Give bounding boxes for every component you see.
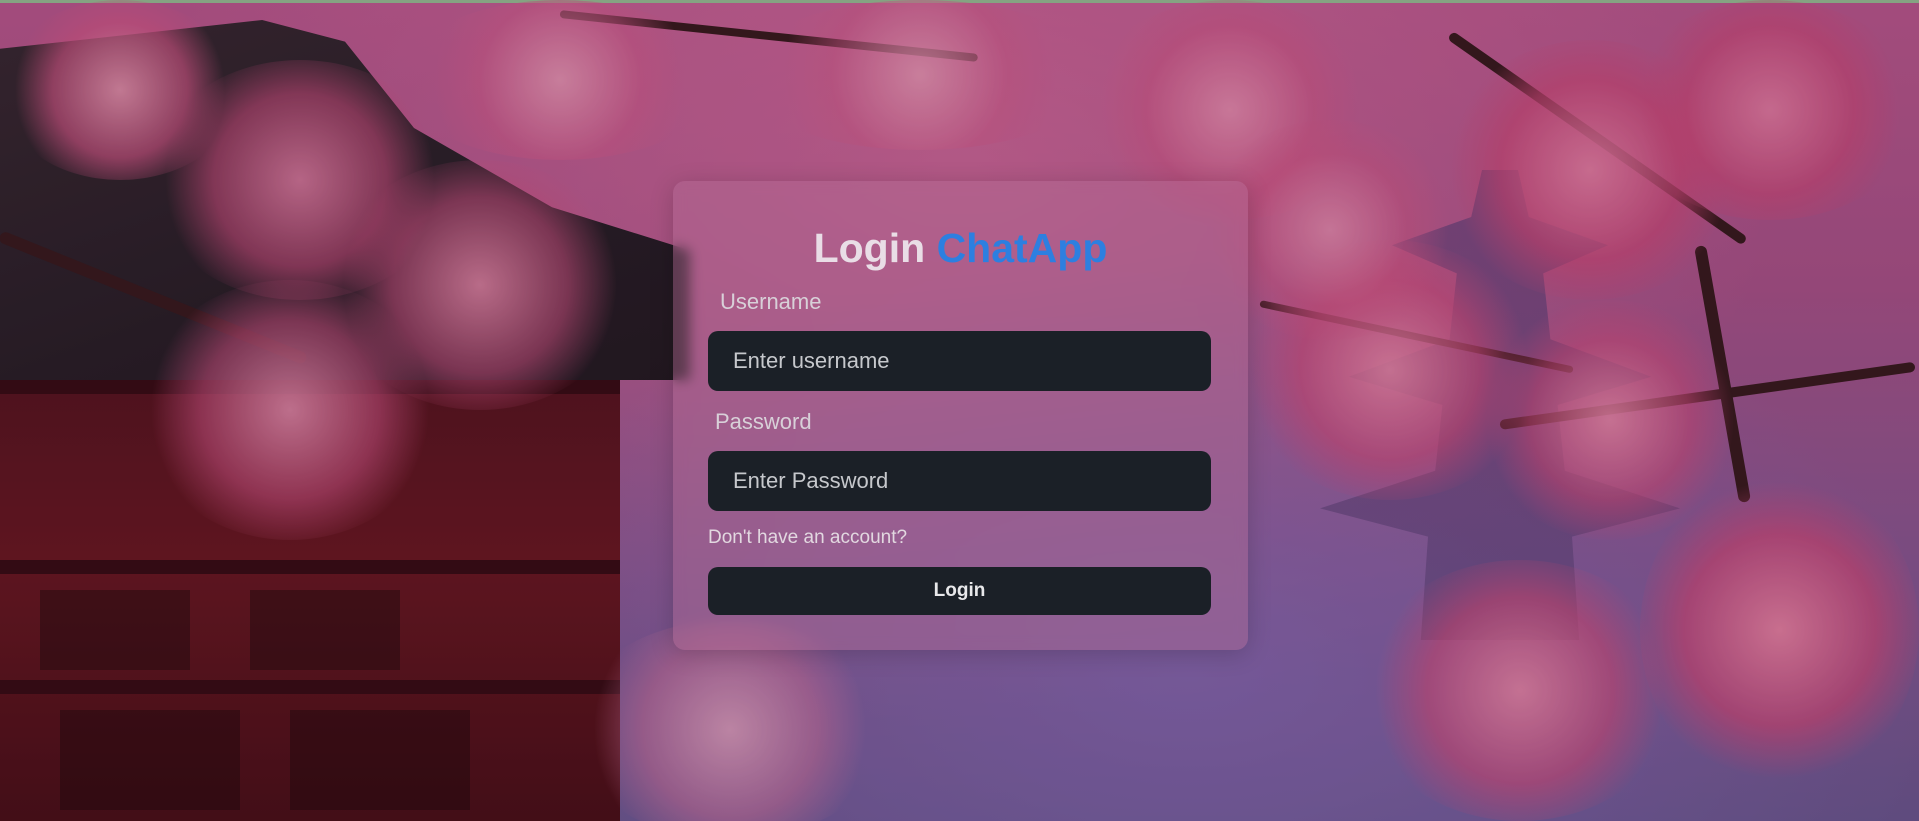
background-scene: Login ChatApp Username Password Don't ha…: [0, 0, 1919, 821]
username-label: Username: [720, 289, 822, 314]
login-card: Login ChatApp Username Password Don't ha…: [673, 181, 1248, 650]
brand-name: ChatApp: [936, 225, 1108, 271]
title-text: Login: [813, 225, 926, 271]
login-title: Login ChatApp: [673, 224, 1248, 272]
username-input[interactable]: [708, 331, 1211, 391]
signup-link[interactable]: Don't have an account?: [708, 526, 907, 550]
password-label: Password: [715, 409, 812, 434]
password-input[interactable]: [708, 451, 1211, 511]
login-button[interactable]: Login: [708, 567, 1211, 615]
